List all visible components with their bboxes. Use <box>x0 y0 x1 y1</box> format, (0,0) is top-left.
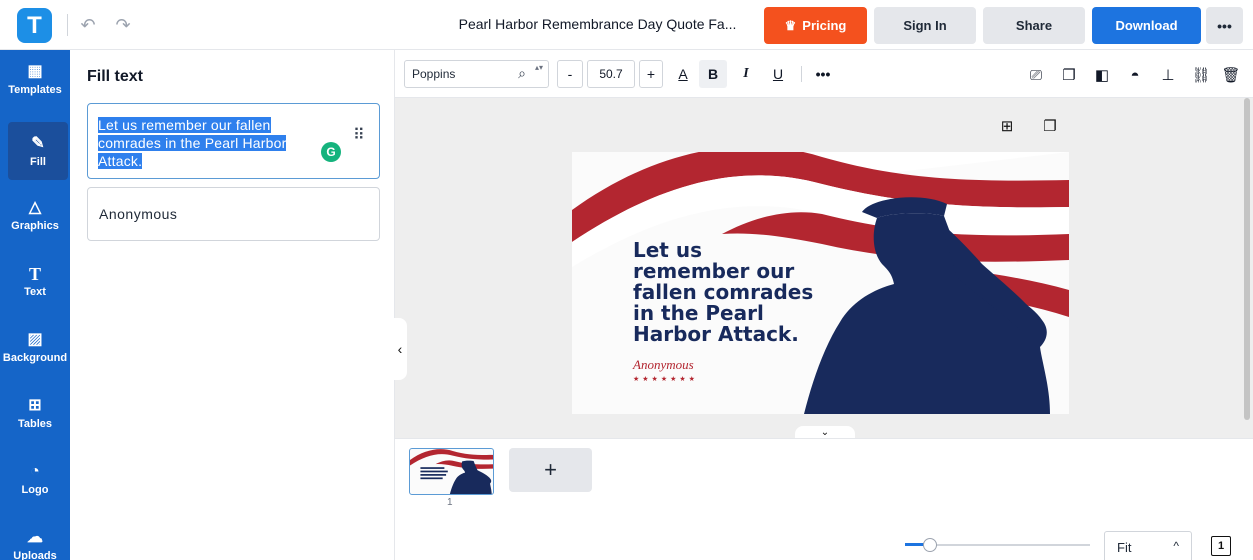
rail-item-graphics[interactable]: △ Graphics <box>0 186 70 244</box>
quote-text-field[interactable]: Let us remember our fallen comrades in t… <box>87 103 380 179</box>
more-menu-button[interactable]: ••• <box>1206 7 1243 44</box>
app-logo[interactable]: T <box>17 8 52 43</box>
cloud-upload-icon: ☁ <box>27 528 43 546</box>
rail-label: Text <box>24 285 46 298</box>
rail-item-tables[interactable]: ⊞ Tables <box>0 384 70 442</box>
templates-icon: ▦ <box>27 62 43 80</box>
author-text-field[interactable]: Anonymous <box>87 187 380 241</box>
author-value: Anonymous <box>99 206 178 222</box>
text-color-button[interactable]: A <box>670 60 696 88</box>
thumbnail-graphic <box>410 449 493 494</box>
crown-icon: ♛ <box>784 17 797 33</box>
format-painter-icon[interactable]: ⎚ <box>1025 64 1047 86</box>
rail-label: Tables <box>17 417 53 430</box>
selected-text[interactable]: Let us remember our fallen comrades in t… <box>98 116 313 170</box>
undo-icon[interactable]: ↶ <box>77 14 99 36</box>
rail-label: Graphics <box>11 219 59 232</box>
share-button[interactable]: Share <box>983 7 1085 44</box>
increase-size-button[interactable]: + <box>639 60 663 88</box>
rail-label: Logo <box>21 483 49 496</box>
download-button[interactable]: Download <box>1092 7 1201 44</box>
text-icon: T <box>28 263 41 284</box>
text-toolbar: Poppins ⌕ ▴▾ - 50.7 + A B I U ••• ⎚ ❐ ◧ … <box>395 50 1253 98</box>
pricing-button[interactable]: ♛ Pricing <box>764 7 867 44</box>
page-thumbnail[interactable] <box>409 448 494 495</box>
trash-icon[interactable]: 🗑 <box>1220 64 1242 86</box>
fill-panel: Fill text Let us remember our fallen com… <box>70 50 395 560</box>
decrease-size-button[interactable]: - <box>557 60 583 88</box>
sign-in-button[interactable]: Sign In <box>874 7 976 44</box>
zoom-value: Fit <box>1117 540 1132 555</box>
background-icon: ▨ <box>27 330 43 348</box>
vertical-scrollbar[interactable] <box>1244 98 1250 420</box>
author-text[interactable]: Anonymous <box>633 357 694 373</box>
pencil-icon: ✎ <box>31 134 45 152</box>
drag-handle-icon[interactable]: ⠿ <box>353 128 365 144</box>
rail-label: Uploads <box>13 549 57 560</box>
design-card[interactable]: Let us remember our fallen comrades in t… <box>572 152 1069 414</box>
collapse-panel-icon[interactable]: ‹ <box>393 318 407 380</box>
chevron-up-icon: ^ <box>1173 539 1179 553</box>
text-line: comrades in the Pearl Harbor <box>98 135 287 151</box>
document-title[interactable]: Pearl Harbor Remembrance Day Quote Fa... <box>440 16 755 32</box>
zoom-slider-handle[interactable] <box>923 538 937 552</box>
table-icon: ⊞ <box>28 396 42 414</box>
text-line: Attack. <box>98 153 143 169</box>
align-icon[interactable]: ⊥ <box>1157 64 1179 86</box>
font-name: Poppins <box>412 67 456 81</box>
zoom-select[interactable]: Fit ^ <box>1104 531 1192 560</box>
quote-text[interactable]: Let us remember our fallen comrades in t… <box>633 240 833 345</box>
rail-label: Templates <box>8 83 62 96</box>
quote-line: remember our <box>633 259 795 283</box>
copy-page-icon[interactable]: ❐ <box>1040 116 1060 136</box>
layer-icon[interactable]: ◧ <box>1091 64 1113 86</box>
page-count-icon[interactable]: 1 <box>1211 536 1231 556</box>
redo-icon[interactable]: ↷ <box>112 14 134 36</box>
more-format-button[interactable]: ••• <box>810 60 836 88</box>
quote-line: fallen comrades <box>633 280 814 304</box>
add-page-button[interactable]: + <box>509 448 592 492</box>
quote-line: in the Pearl <box>633 301 764 325</box>
rail-item-text[interactable]: T Text <box>0 252 70 310</box>
link-icon[interactable]: ⛓ <box>1190 64 1212 86</box>
stars-decoration: ★★★★★★★ <box>633 376 698 383</box>
duplicate-icon[interactable]: ❐ <box>1058 64 1080 86</box>
search-icon[interactable]: ⌕ <box>518 65 526 82</box>
add-page-icon[interactable]: ⊞ <box>997 116 1017 136</box>
spinner-icon[interactable]: ▴▾ <box>535 63 543 73</box>
pricing-label: Pricing <box>802 18 847 33</box>
rail-item-fill[interactable]: ✎ Fill <box>8 122 68 180</box>
divider <box>67 14 68 36</box>
quote-line: Let us <box>633 238 702 262</box>
font-family-select[interactable]: Poppins ⌕ ▴▾ <box>404 60 549 88</box>
quote-line: Harbor Attack. <box>633 322 799 346</box>
rail-item-uploads[interactable]: ☁ Uploads <box>0 516 70 560</box>
top-bar: T ↶ ↷ Pearl Harbor Remembrance Day Quote… <box>0 0 1253 50</box>
left-rail: ▦ Templates ✎ Fill △ Graphics T Text ▨ B… <box>0 50 70 560</box>
logo-icon: ◔ <box>30 462 40 480</box>
opacity-icon[interactable]: ◓ <box>1124 64 1146 86</box>
shapes-icon: △ <box>28 198 42 216</box>
italic-button[interactable]: I <box>733 60 759 88</box>
rail-item-logo[interactable]: ◔ Logo <box>0 450 70 508</box>
rail-label: Background <box>2 351 68 364</box>
page-number: 1 <box>447 497 453 508</box>
rail-item-background[interactable]: ▨ Background <box>0 318 70 376</box>
rail-item-templates[interactable]: ▦ Templates <box>0 50 70 108</box>
panel-title: Fill text <box>87 68 144 85</box>
divider <box>801 66 802 82</box>
underline-button[interactable]: U <box>765 60 791 88</box>
bold-button[interactable]: B <box>699 60 727 88</box>
grammarly-icon[interactable]: G <box>321 142 341 162</box>
rail-label: Fill <box>30 155 46 168</box>
text-line: Let us remember our fallen <box>98 117 271 133</box>
font-size-input[interactable]: 50.7 <box>587 60 635 88</box>
